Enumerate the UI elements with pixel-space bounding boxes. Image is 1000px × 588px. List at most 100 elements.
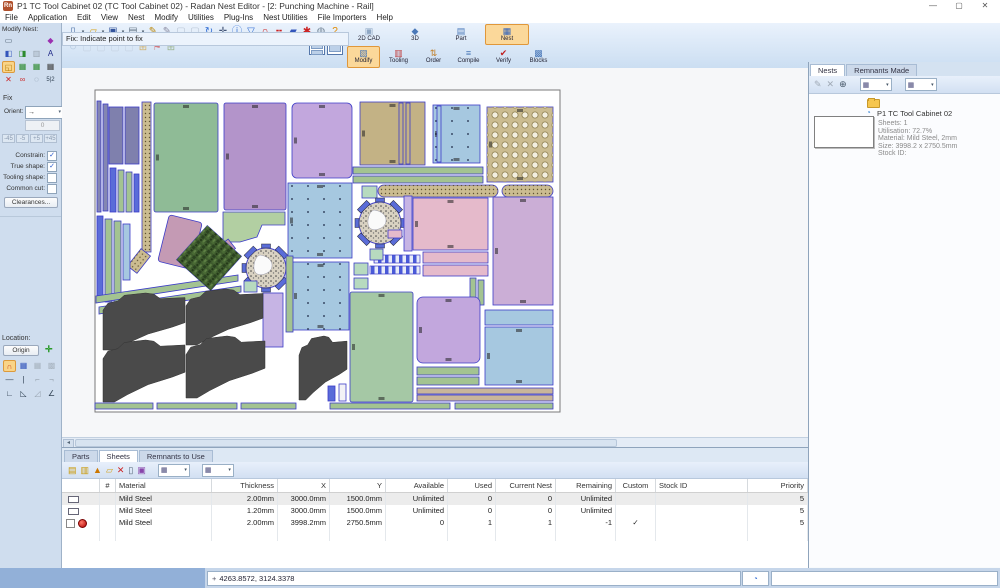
table-row[interactable]: Mild Steel1.20mm3000.0mm1500.0mmUnlimite… — [62, 505, 808, 517]
import-sheet-icon[interactable]: ▲ — [93, 466, 102, 475]
table-row[interactable]: Mild Steel2.00mm3998.2mm2750.5mm011-1✓5 — [62, 517, 808, 529]
nest-part[interactable] — [423, 265, 488, 276]
grid-dim-icon[interactable]: ▩ — [45, 360, 58, 372]
nest-part[interactable] — [263, 293, 283, 347]
nest-part[interactable] — [455, 403, 553, 409]
nest-part[interactable] — [105, 219, 112, 302]
nest-part[interactable] — [292, 103, 352, 178]
nest-part[interactable] — [339, 384, 346, 401]
nest-part[interactable] — [485, 327, 553, 385]
nest-part[interactable] — [350, 292, 413, 402]
nest-part[interactable] — [378, 185, 498, 197]
angle-input[interactable]: 0 — [25, 120, 60, 131]
nest-canvas[interactable] — [62, 68, 808, 437]
nest-part[interactable] — [399, 103, 403, 164]
nest-thumbnail[interactable] — [814, 116, 874, 148]
column-header-y[interactable]: Y — [330, 479, 386, 492]
menu-file[interactable]: File — [0, 12, 23, 23]
folder-icon[interactable] — [867, 99, 880, 108]
column-header-x[interactable]: X — [278, 479, 330, 492]
nest-part[interactable] — [417, 395, 553, 401]
nest-part[interactable] — [354, 263, 368, 275]
ribbon-compile[interactable]: ≡Compile — [452, 46, 485, 68]
column-header-icons[interactable] — [62, 479, 100, 492]
column-header-material[interactable]: Material — [116, 479, 212, 492]
nest-part[interactable] — [114, 221, 121, 302]
pan-icon[interactable]: ◔ — [742, 571, 769, 586]
nest-part[interactable] — [288, 183, 352, 258]
tab-parts[interactable]: Parts — [64, 450, 98, 462]
nest-part[interactable] — [244, 281, 257, 292]
angle-45-icon[interactable]: ◿ — [31, 388, 44, 400]
nest-grid-icon[interactable]: ▦ — [16, 61, 29, 73]
nest-part[interactable] — [362, 186, 377, 198]
column-header-used[interactable]: Used — [448, 479, 496, 492]
array-icon[interactable]: ▥ — [30, 48, 43, 60]
locate-nest-icon[interactable]: ⊕ — [839, 80, 847, 89]
matrix-icon[interactable]: ▦ — [44, 61, 57, 73]
ribbon-2d-cad[interactable]: ▣2D CAD — [347, 24, 391, 45]
common-cut-checkbox[interactable] — [47, 184, 57, 194]
constrain-checkbox[interactable]: ✓ — [47, 151, 57, 161]
tab-nests[interactable]: Nests — [810, 64, 845, 76]
sheet-view-combo-1[interactable]: ▦▾ — [158, 464, 190, 477]
nest-part[interactable] — [109, 107, 123, 164]
angle-60-icon[interactable]: ∠ — [45, 388, 58, 400]
ribbon-blocks[interactable]: ▩Blocks — [522, 46, 555, 68]
menu-help[interactable]: Help — [372, 12, 398, 23]
nest-part[interactable] — [97, 216, 103, 302]
nest-part[interactable] — [417, 388, 553, 394]
nest-part[interactable] — [241, 403, 296, 409]
clearances-button[interactable]: Clearances... — [4, 197, 58, 208]
nest-part[interactable] — [154, 103, 218, 212]
nest-view-combo-1[interactable]: ▦▾ — [860, 78, 892, 91]
rotate--45-button[interactable]: +45 — [44, 134, 57, 143]
nest-part[interactable] — [404, 196, 412, 251]
column-header-custom[interactable]: Custom — [616, 479, 656, 492]
nest-part[interactable] — [485, 310, 553, 325]
tooling-shape-checkbox[interactable] — [47, 173, 57, 183]
nest-part[interactable] — [417, 377, 479, 385]
edge-h-icon[interactable]: — — [3, 374, 16, 386]
new-sheet-icon[interactable]: ▯ — [128, 466, 133, 475]
snap-corner-icon[interactable]: ∩ — [3, 360, 16, 372]
edge-v-icon[interactable]: | — [17, 374, 30, 386]
origin-crosshair-icon[interactable]: ✛ — [45, 344, 53, 355]
grid-free-icon[interactable]: ▦ — [31, 360, 44, 372]
nest-part[interactable] — [353, 167, 483, 174]
menu-nest-utilities[interactable]: Nest Utilities — [258, 12, 312, 23]
menu-nest[interactable]: Nest — [123, 12, 149, 23]
column-header-thickness[interactable]: Thickness — [212, 479, 278, 492]
corner-tr-icon[interactable]: ¬ — [45, 374, 58, 386]
select-part-icon[interactable]: ▭ — [2, 35, 15, 47]
ribbon-verify[interactable]: ✔Verify — [487, 46, 520, 68]
fix-part-icon[interactable]: ◱ — [2, 61, 15, 73]
fill-grid-icon[interactable]: ▦ — [30, 61, 43, 73]
nest-part[interactable] — [354, 278, 368, 289]
minimize-button[interactable]: — — [920, 0, 946, 12]
nest-part[interactable] — [292, 262, 349, 330]
nest-part[interactable] — [406, 103, 410, 164]
table-row[interactable]: Mild Steel2.00mm3000.0mm1500.0mmUnlimite… — [62, 493, 808, 505]
nest-part[interactable] — [110, 168, 116, 212]
nest-part[interactable] — [413, 198, 488, 250]
nest-part[interactable] — [330, 403, 450, 409]
angle-30-icon[interactable]: ◺ — [17, 388, 30, 400]
menu-file-importers[interactable]: File Importers — [313, 12, 372, 23]
nest-part[interactable] — [125, 107, 139, 164]
nest-part[interactable] — [353, 176, 483, 183]
nest-part[interactable] — [134, 174, 139, 212]
nest-part[interactable] — [437, 106, 441, 162]
nest-part[interactable] — [388, 230, 402, 238]
ribbon-nest[interactable]: ▦Nest — [485, 24, 529, 45]
nest-part[interactable] — [126, 172, 132, 212]
grid-snap-icon[interactable]: ▦ — [17, 360, 30, 372]
corner-tl-icon[interactable]: ⌐ — [31, 374, 44, 386]
nest-part[interactable] — [370, 266, 420, 274]
rotate--5-button[interactable]: +5 — [30, 134, 43, 143]
nest-part[interactable] — [423, 252, 488, 263]
nest-part[interactable] — [118, 170, 124, 212]
nest-part[interactable] — [142, 102, 151, 252]
nest-part[interactable] — [286, 256, 293, 332]
edit-nest-icon[interactable]: ✎ — [814, 80, 822, 89]
